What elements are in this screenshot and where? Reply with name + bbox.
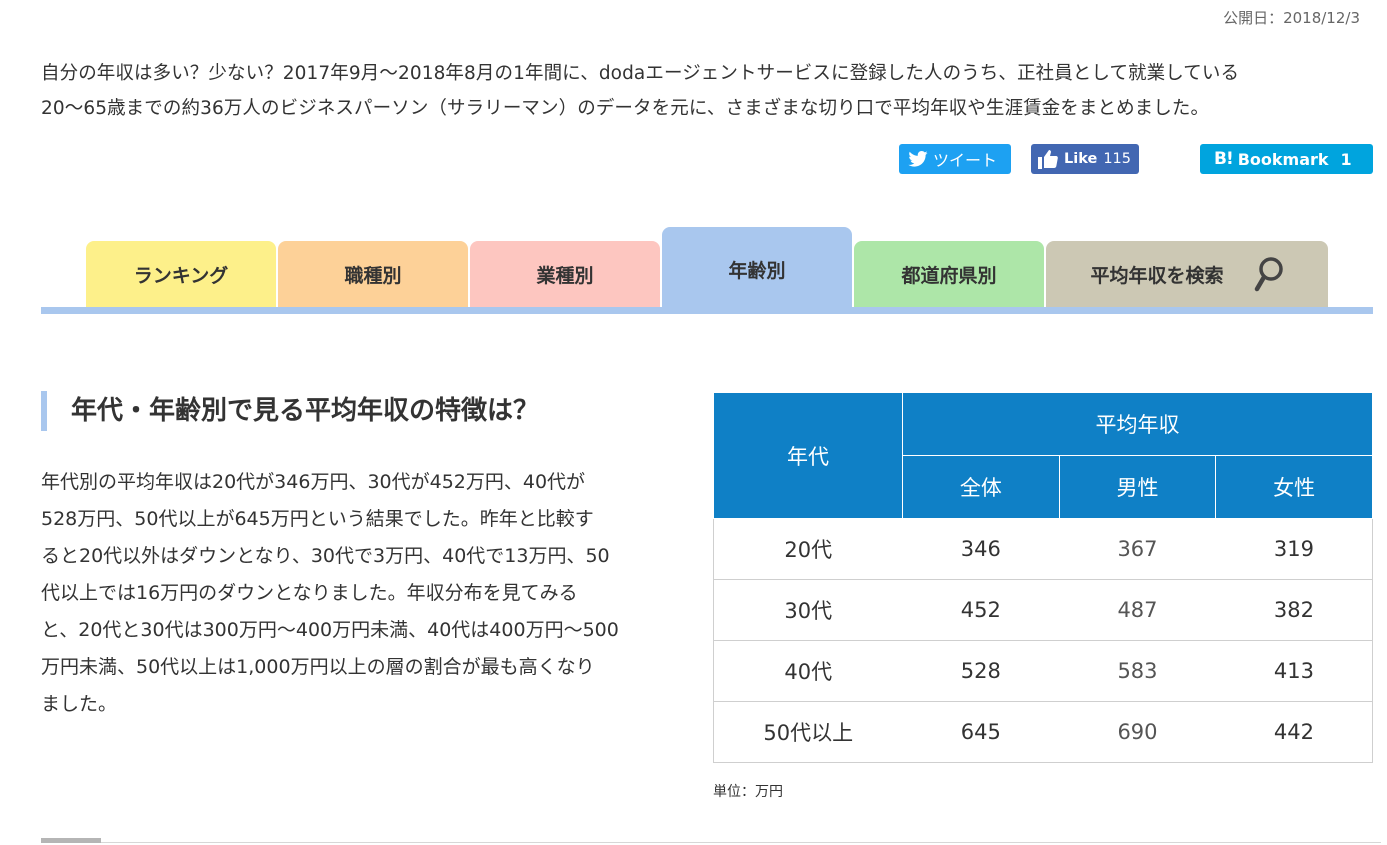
tab-label: 職種別 — [344, 264, 402, 287]
tab-label: 平均年収を検索 — [1090, 264, 1224, 287]
table-row: 50代以上 645 690 442 — [713, 701, 1373, 763]
male-cell: 487 — [1059, 579, 1216, 641]
table-row: 40代 528 583 413 — [713, 640, 1373, 702]
body-line: 万円未満、50代以上は1,000万円以上の層の割合が最も高くなり — [41, 656, 595, 678]
divider-marker — [41, 838, 101, 843]
tab-ranking[interactable]: ランキング — [86, 241, 276, 307]
divider — [41, 842, 1381, 843]
header-female: 女性 — [1215, 455, 1373, 519]
header-all: 全体 — [902, 455, 1060, 519]
like-count: 115 — [1103, 151, 1131, 167]
all-cell: 645 — [902, 701, 1060, 763]
bookmark-count: 1 — [1340, 149, 1352, 169]
tab-prefecture[interactable]: 都道府県別 — [854, 241, 1044, 307]
header-male: 男性 — [1058, 455, 1217, 519]
section-body: 年代別の平均年収は20代が346万円、30代が452万円、40代が 528万円、… — [41, 464, 701, 723]
header-age: 年代 — [713, 392, 903, 519]
magnifier-icon — [1254, 257, 1283, 292]
section-title: 年代・年齢別で見る平均年収の特徴は？ — [41, 391, 539, 431]
all-cell: 528 — [902, 640, 1060, 702]
age-cell: 20代 — [713, 518, 903, 580]
body-line: 年代別の平均年収は20代が346万円、30代が452万円、40代が — [41, 471, 586, 493]
male-cell: 583 — [1059, 640, 1216, 702]
tab-underline — [41, 307, 1373, 314]
table-row: 20代 346 367 319 — [713, 518, 1373, 580]
body-line: と、20代と30代は300万円～400万円未満、40代は400万円～500 — [41, 619, 619, 641]
hatena-bookmark-button[interactable]: B! Bookmark 1 — [1200, 144, 1373, 174]
category-tabs: ランキング 職種別 業種別 年齢別 都道府県別 平均年収を検索 — [86, 227, 1386, 307]
intro-text: 自分の年収は多い？少ない？2017年9月～2018年8月の1年間に、dodaエー… — [41, 56, 1381, 126]
intro-line: 20～65歳までの約36万人のビジネスパーソン（サラリーマン）のデータを元に、さ… — [41, 98, 1210, 119]
tab-label: ランキング — [133, 264, 229, 287]
tab-age[interactable]: 年齢別 — [662, 227, 852, 307]
tab-occupation[interactable]: 職種別 — [278, 241, 468, 307]
tab-label: 都道府県別 — [901, 264, 997, 287]
tab-search[interactable]: 平均年収を検索 — [1046, 241, 1328, 307]
table-row: 30代 452 487 382 — [713, 579, 1373, 641]
age-cell: 40代 — [713, 640, 903, 702]
all-cell: 346 — [902, 518, 1060, 580]
like-label: Like — [1064, 151, 1098, 167]
age-cell: 30代 — [713, 579, 903, 641]
unit-note: 単位：万円 — [713, 784, 783, 800]
all-cell: 452 — [902, 579, 1060, 641]
male-cell: 367 — [1059, 518, 1216, 580]
male-cell: 690 — [1059, 701, 1216, 763]
body-line: ると20代以外はダウンとなり、30代で3万円、40代で13万円、50 — [41, 545, 610, 567]
female-cell: 413 — [1215, 640, 1373, 702]
female-cell: 382 — [1215, 579, 1373, 641]
tab-label: 年齢別 — [728, 260, 786, 282]
twitter-bird-icon — [908, 151, 928, 167]
header-average-salary: 平均年収 — [902, 392, 1373, 456]
female-cell: 319 — [1215, 518, 1373, 580]
tweet-label: ツイート — [933, 151, 998, 170]
salary-by-age-table: 年代 平均年収 全体 男性 女性 20代 346 367 319 30代 452… — [713, 392, 1373, 763]
bookmark-label: Bookmark — [1237, 149, 1329, 169]
female-cell: 442 — [1215, 701, 1373, 763]
body-line: ました。 — [41, 693, 118, 715]
intro-line: 自分の年収は多い？少ない？2017年9月～2018年8月の1年間に、dodaエー… — [41, 63, 1240, 84]
tab-label: 業種別 — [536, 264, 594, 287]
body-line: 528万円、50代以上が645万円という結果でした。昨年と比較す — [41, 508, 594, 530]
publish-date: 公開日：2018/12/3 — [1223, 9, 1360, 27]
tweet-button[interactable]: ツイート — [899, 144, 1011, 174]
thumbs-up-icon — [1038, 150, 1058, 169]
hatena-bookmark-icon: B! — [1214, 149, 1234, 169]
body-line: 代以上では16万円のダウンとなりました。年収分布を見てみる — [41, 582, 578, 604]
facebook-like-button[interactable]: Like 115 — [1031, 144, 1139, 174]
tab-industry[interactable]: 業種別 — [470, 241, 660, 307]
age-cell: 50代以上 — [713, 701, 903, 763]
